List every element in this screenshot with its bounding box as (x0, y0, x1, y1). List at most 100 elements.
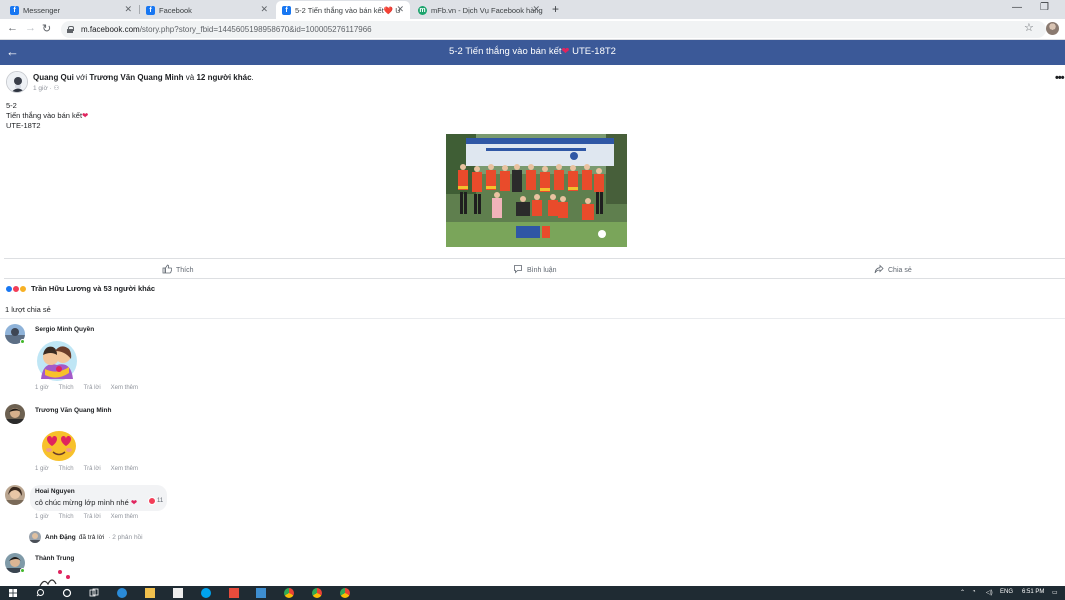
share-icon (874, 264, 884, 277)
tab-title: Facebook (159, 5, 192, 15)
post-time[interactable]: 1 giờ · (33, 85, 54, 92)
comment-label: Bình luận (527, 267, 557, 274)
minimize-icon[interactable]: — (1012, 2, 1022, 13)
and-word: và (185, 73, 195, 82)
more-options-icon[interactable]: ••• (1055, 72, 1065, 84)
facebook-icon: f (282, 5, 291, 15)
mfb-icon: m (418, 5, 427, 15)
page-header: ← 5-2 Tiến thắng vào bán kết❤ UTE-18T2 (0, 40, 1065, 65)
comment-text-content: cô chúc mừng lớp mình nhé (35, 498, 129, 507)
replies-preview[interactable]: Anh Đặng đã trả lời · 2 phản hồi (29, 531, 143, 543)
comment-text: cô chúc mừng lớp mình nhé ❤ (35, 498, 137, 507)
tab-mfb[interactable]: m mFb.vn - Dịch Vụ Facebook hàng ✕ (412, 1, 546, 19)
close-icon[interactable]: ✕ (124, 4, 132, 15)
sticker-partial (38, 568, 78, 586)
app-icon[interactable] (256, 588, 266, 598)
new-tab-icon[interactable]: + (552, 2, 559, 16)
comment-time[interactable]: 1 giờ (35, 514, 49, 520)
chrome-icon[interactable] (340, 588, 350, 598)
commenter-name[interactable]: Thành Trung (35, 555, 74, 562)
tab-current-post[interactable]: f 5-2 Tiến thắng vào bán kết❤️ U ✕ (276, 1, 410, 19)
notepad-icon[interactable] (173, 588, 183, 598)
chrome-icon[interactable] (312, 588, 322, 598)
close-icon[interactable]: ✕ (260, 4, 268, 15)
comment-time[interactable]: 1 giờ (35, 385, 49, 391)
reactions-text: Trần Hữu Lương và 53 người khác (31, 284, 156, 293)
like-button[interactable]: Thích (162, 264, 194, 277)
team-photo (446, 134, 627, 247)
tab-title: Messenger (23, 5, 61, 15)
heart-eyes-sticker (38, 422, 80, 464)
volume-icon[interactable]: ◁) (986, 589, 993, 596)
wifi-icon[interactable]: ◔ (972, 589, 976, 595)
post-text-content: Tiến thắng vào bán kết (6, 111, 83, 120)
edge-icon[interactable] (117, 588, 127, 598)
comment-more-link[interactable]: Xem thêm (111, 514, 138, 520)
comment-more-link[interactable]: Xem thêm (111, 466, 138, 472)
tagged-name[interactable]: Trương Văn Quang Minh (89, 73, 183, 82)
comment-reaction-count[interactable]: 11 (148, 497, 163, 505)
language-indicator[interactable]: ENG (1000, 589, 1013, 595)
post-photo[interactable] (446, 134, 627, 247)
search-icon[interactable] (36, 588, 46, 598)
skype-icon[interactable] (201, 588, 211, 598)
cortana-icon[interactable] (62, 588, 72, 598)
comment-time[interactable]: 1 giờ (35, 466, 49, 472)
online-status-dot (20, 339, 25, 344)
comment-reply-link[interactable]: Trả lời (84, 385, 101, 391)
replier-name: Anh Đặng (45, 533, 76, 541)
network-icon[interactable]: ⌃ (960, 589, 965, 596)
commenter-avatar[interactable] (5, 404, 25, 424)
comment-reply-link[interactable]: Trả lời (84, 466, 101, 472)
comment-like-link[interactable]: Thích (59, 514, 74, 520)
reactions-summary[interactable]: Trần Hữu Lương và 53 người khác (5, 284, 155, 293)
app-icon[interactable] (229, 588, 239, 598)
restore-icon[interactable]: ❐ (1040, 2, 1049, 13)
notification-icon[interactable]: ▭ (1052, 589, 1058, 596)
comment-bubble: Hoai Nguyen cô chúc mừng lớp mình nhé ❤ (30, 485, 167, 511)
author-name[interactable]: Quang Qui (33, 73, 74, 82)
file-explorer-icon[interactable] (145, 588, 155, 598)
author-avatar[interactable] (6, 71, 28, 93)
tab-title: 5-2 Tiến thắng vào bán kết❤️ U (295, 5, 401, 15)
bookmark-star-icon[interactable]: ☆ (1024, 21, 1034, 34)
tab-facebook[interactable]: f Facebook ✕ (140, 1, 274, 19)
forward-arrow-icon[interactable]: → (25, 22, 36, 34)
share-count[interactable]: 1 lượt chia sẻ (5, 305, 51, 314)
clock[interactable]: 6:51 PM (1022, 589, 1044, 595)
tagged-others[interactable]: 12 người khác (196, 73, 251, 82)
post-action-bar: Thích Bình luận Chia sẻ (4, 258, 1065, 279)
heart-icon: ❤ (561, 46, 570, 57)
comment-reply-link[interactable]: Trả lời (84, 514, 101, 520)
reload-icon[interactable]: ↻ (42, 22, 51, 35)
commenter-avatar[interactable] (5, 485, 25, 505)
post-header: Quang Qui với Trương Văn Quang Minh và 1… (33, 73, 254, 82)
chrome-icon[interactable] (284, 588, 294, 598)
commenter-name[interactable]: Hoai Nguyen (35, 488, 75, 495)
reaction-count: 11 (157, 498, 164, 504)
comment-like-link[interactable]: Thích (59, 385, 74, 391)
address-bar[interactable]: m.facebook.com/story.php?story_fbid=1445… (61, 21, 1046, 38)
share-button[interactable]: Chia sẻ (874, 264, 912, 277)
love-reaction-icon (148, 497, 156, 505)
post-meta: 1 giờ · ⚇ (33, 84, 59, 92)
post-text-line: UTE-18T2 (6, 121, 41, 130)
comment-button[interactable]: Bình luận (513, 264, 557, 277)
url-host: m.facebook.com (81, 25, 140, 34)
back-arrow-icon[interactable]: ← (7, 22, 18, 34)
task-view-icon[interactable] (89, 588, 99, 598)
heart-icon: ❤ (82, 111, 89, 120)
post-text-line: 5-2 (6, 101, 17, 110)
close-icon[interactable]: ✕ (532, 4, 540, 15)
profile-avatar[interactable] (1046, 22, 1059, 35)
commenter-name[interactable]: Trương Văn Quang Minh (35, 407, 112, 414)
comment-more-link[interactable]: Xem thêm (111, 385, 138, 391)
hug-sticker (35, 339, 79, 383)
windows-start-icon[interactable] (8, 588, 18, 598)
comment-like-link[interactable]: Thích (59, 466, 74, 472)
tab-messenger[interactable]: f Messenger ✕ (4, 1, 138, 19)
post-text-line: Tiến thắng vào bán kết❤ (6, 111, 88, 121)
close-icon[interactable]: ✕ (396, 4, 404, 15)
with-word: với (76, 73, 88, 82)
commenter-name[interactable]: Sergio Minh Quyền (35, 326, 94, 333)
